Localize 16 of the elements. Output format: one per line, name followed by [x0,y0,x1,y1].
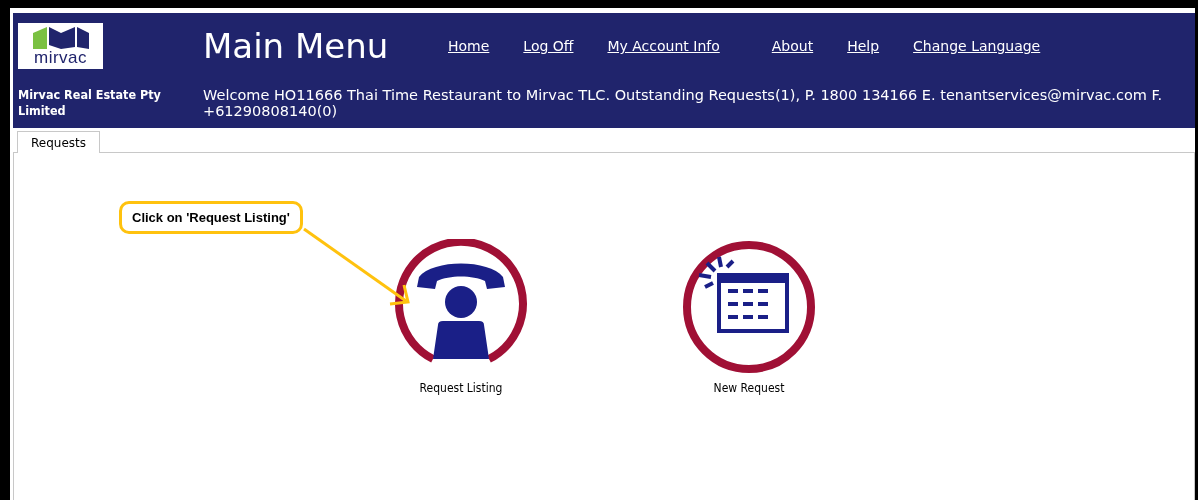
calendar-icon[interactable] [681,239,817,375]
logo-text: mirvac [33,49,88,67]
nav-link[interactable]: About [771,38,814,54]
tile-label[interactable]: Request Listing [419,381,503,395]
tile-label[interactable]: New Request [713,381,785,395]
buildings-icon [30,25,91,49]
nav-link[interactable]: My Account Info [607,38,720,54]
company-name: Mirvac Real Estate Pty Limited [18,87,162,119]
nav-link[interactable]: Change Language [913,38,1041,54]
welcome-message: Welcome HO11666 Thai Time Restaurant to Mirvac TLC. Outstanding Requests(1), P. 1800 134166 E. tenantservices@mirvac.com F. +61290808140(0) [203,87,1164,119]
tab[interactable]: Requests [17,131,100,153]
callout: Click on 'Request Listing' [119,201,303,234]
nav-link[interactable]: Log Off [523,38,574,54]
nav-link[interactable]: Home [448,38,490,54]
page-title: Main Menu [203,26,390,66]
nav-link[interactable]: Help [847,38,880,54]
